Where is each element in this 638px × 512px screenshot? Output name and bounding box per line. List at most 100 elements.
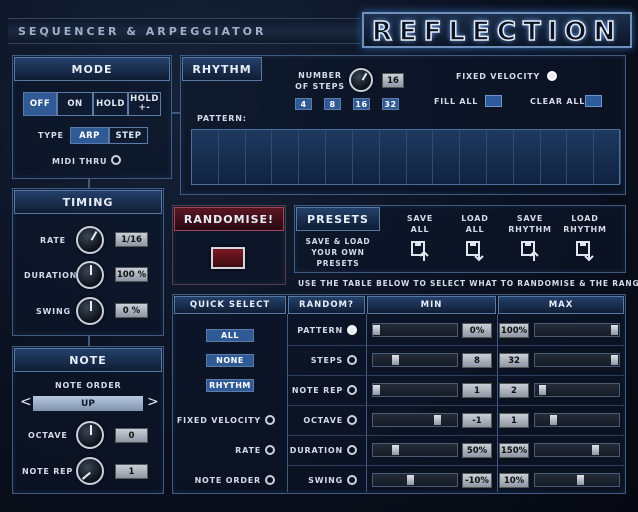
pattern-min-slider[interactable] bbox=[372, 323, 458, 337]
type-arp-button[interactable]: ARP bbox=[70, 127, 109, 144]
slider-thumb[interactable] bbox=[373, 325, 380, 335]
swing-max-value[interactable]: 10% bbox=[499, 473, 529, 488]
pattern-step[interactable] bbox=[594, 130, 621, 184]
pattern-step[interactable] bbox=[541, 130, 568, 184]
mode-off-button[interactable]: OFF bbox=[23, 92, 57, 116]
pattern-step[interactable] bbox=[460, 130, 487, 184]
type-step-button[interactable]: STEP bbox=[109, 127, 148, 144]
note-order-prev[interactable]: < bbox=[20, 394, 32, 410]
presets-title: PRESETS bbox=[296, 207, 380, 231]
duration-min-value[interactable]: 50% bbox=[462, 443, 492, 458]
clear-all-button[interactable] bbox=[585, 95, 602, 107]
mode-hold-button[interactable]: HOLD bbox=[93, 92, 128, 116]
octave-max-slider[interactable] bbox=[534, 413, 620, 427]
swing-min-slider[interactable] bbox=[372, 473, 458, 487]
pattern-step[interactable] bbox=[326, 130, 353, 184]
note-rep-knob[interactable] bbox=[76, 457, 104, 485]
pattern-max-slider[interactable] bbox=[534, 323, 620, 337]
swing-value[interactable]: 0 % bbox=[115, 303, 148, 318]
duration-knob[interactable] bbox=[76, 261, 104, 289]
swing-max-slider[interactable] bbox=[534, 473, 620, 487]
pattern-random-radio[interactable] bbox=[347, 325, 357, 335]
swing-knob[interactable] bbox=[76, 297, 104, 325]
octave-knob[interactable] bbox=[76, 421, 104, 449]
steps-option-8[interactable]: 8 bbox=[324, 98, 341, 110]
pattern-step[interactable] bbox=[380, 130, 407, 184]
save-icon[interactable] bbox=[520, 240, 540, 262]
octave-min-slider[interactable] bbox=[372, 413, 458, 427]
note-rep-random-radio[interactable] bbox=[347, 385, 357, 395]
slider-thumb[interactable] bbox=[550, 415, 557, 425]
mode-hold-button[interactable]: HOLD +- bbox=[128, 92, 161, 116]
steps-max-value[interactable]: 32 bbox=[499, 353, 529, 368]
pattern-step[interactable] bbox=[299, 130, 327, 184]
slider-thumb[interactable] bbox=[373, 385, 380, 395]
pattern-step[interactable] bbox=[567, 130, 595, 184]
slider-thumb[interactable] bbox=[611, 325, 618, 335]
pattern-step[interactable] bbox=[433, 130, 461, 184]
pattern-step[interactable] bbox=[192, 130, 219, 184]
note-order-display[interactable]: UP bbox=[33, 396, 143, 411]
pattern-step[interactable] bbox=[487, 130, 514, 184]
slider-thumb[interactable] bbox=[434, 415, 441, 425]
quick-select-note-order-radio[interactable] bbox=[265, 475, 275, 485]
pattern-step[interactable] bbox=[219, 130, 246, 184]
randomise-button[interactable] bbox=[211, 247, 245, 269]
pattern-min-value[interactable]: 0% bbox=[462, 323, 492, 338]
quick-select-rhythm-button[interactable]: RHYTHM bbox=[206, 379, 254, 392]
mode-on-button[interactable]: ON bbox=[57, 92, 93, 116]
octave-min-value[interactable]: -1 bbox=[462, 413, 492, 428]
slider-thumb[interactable] bbox=[392, 355, 399, 365]
slider-thumb[interactable] bbox=[392, 445, 399, 455]
duration-random-radio[interactable] bbox=[347, 445, 357, 455]
duration-value[interactable]: 100 % bbox=[115, 267, 148, 282]
slider-thumb[interactable] bbox=[539, 385, 546, 395]
save-icon[interactable] bbox=[410, 240, 430, 262]
octave-random-radio[interactable] bbox=[347, 415, 357, 425]
slider-thumb[interactable] bbox=[407, 475, 414, 485]
slider-thumb[interactable] bbox=[611, 355, 618, 365]
steps-knob[interactable] bbox=[349, 68, 373, 92]
note-order-next[interactable]: > bbox=[147, 394, 159, 410]
note-rep-max-slider[interactable] bbox=[534, 383, 620, 397]
duration-max-slider[interactable] bbox=[534, 443, 620, 457]
load-icon[interactable] bbox=[465, 240, 485, 262]
pattern-max-value[interactable]: 100% bbox=[499, 323, 529, 338]
midi-thru-radio[interactable] bbox=[111, 155, 121, 165]
note-rep-min-value[interactable]: 1 bbox=[462, 383, 492, 398]
pattern-step[interactable] bbox=[246, 130, 273, 184]
note-rep-min-slider[interactable] bbox=[372, 383, 458, 397]
note-rep-value[interactable]: 1 bbox=[115, 464, 148, 479]
fixed-velocity-radio[interactable] bbox=[547, 71, 557, 81]
steps-option-16[interactable]: 16 bbox=[353, 98, 370, 110]
octave-value[interactable]: 0 bbox=[115, 428, 148, 443]
steps-option-32[interactable]: 32 bbox=[382, 98, 399, 110]
load-icon[interactable] bbox=[575, 240, 595, 262]
duration-min-slider[interactable] bbox=[372, 443, 458, 457]
note-rep-max-value[interactable]: 2 bbox=[499, 383, 529, 398]
steps-option-4[interactable]: 4 bbox=[295, 98, 312, 110]
quick-select-all-button[interactable]: ALL bbox=[206, 329, 254, 342]
steps-min-slider[interactable] bbox=[372, 353, 458, 367]
swing-min-value[interactable]: -10% bbox=[462, 473, 492, 488]
steps-min-value[interactable]: 8 bbox=[462, 353, 492, 368]
swing-random-radio[interactable] bbox=[347, 475, 357, 485]
quick-select-fixed-velocity-radio[interactable] bbox=[265, 415, 275, 425]
steps-max-slider[interactable] bbox=[534, 353, 620, 367]
rate-knob[interactable] bbox=[76, 226, 104, 254]
pattern-step[interactable] bbox=[514, 130, 541, 184]
duration-max-value[interactable]: 150% bbox=[499, 443, 529, 458]
connector bbox=[88, 336, 90, 346]
steps-random-radio[interactable] bbox=[347, 355, 357, 365]
octave-max-value[interactable]: 1 bbox=[499, 413, 529, 428]
quick-select-rate-radio[interactable] bbox=[265, 445, 275, 455]
slider-thumb[interactable] bbox=[592, 445, 599, 455]
quick-select-none-button[interactable]: NONE bbox=[206, 354, 254, 367]
pattern-step[interactable] bbox=[272, 130, 300, 184]
fill-all-button[interactable] bbox=[485, 95, 502, 107]
rate-value[interactable]: 1/16 bbox=[115, 232, 148, 247]
pattern-step[interactable] bbox=[407, 130, 434, 184]
slider-thumb[interactable] bbox=[577, 475, 584, 485]
steps-value[interactable]: 16 bbox=[382, 73, 404, 88]
pattern-step[interactable] bbox=[353, 130, 380, 184]
